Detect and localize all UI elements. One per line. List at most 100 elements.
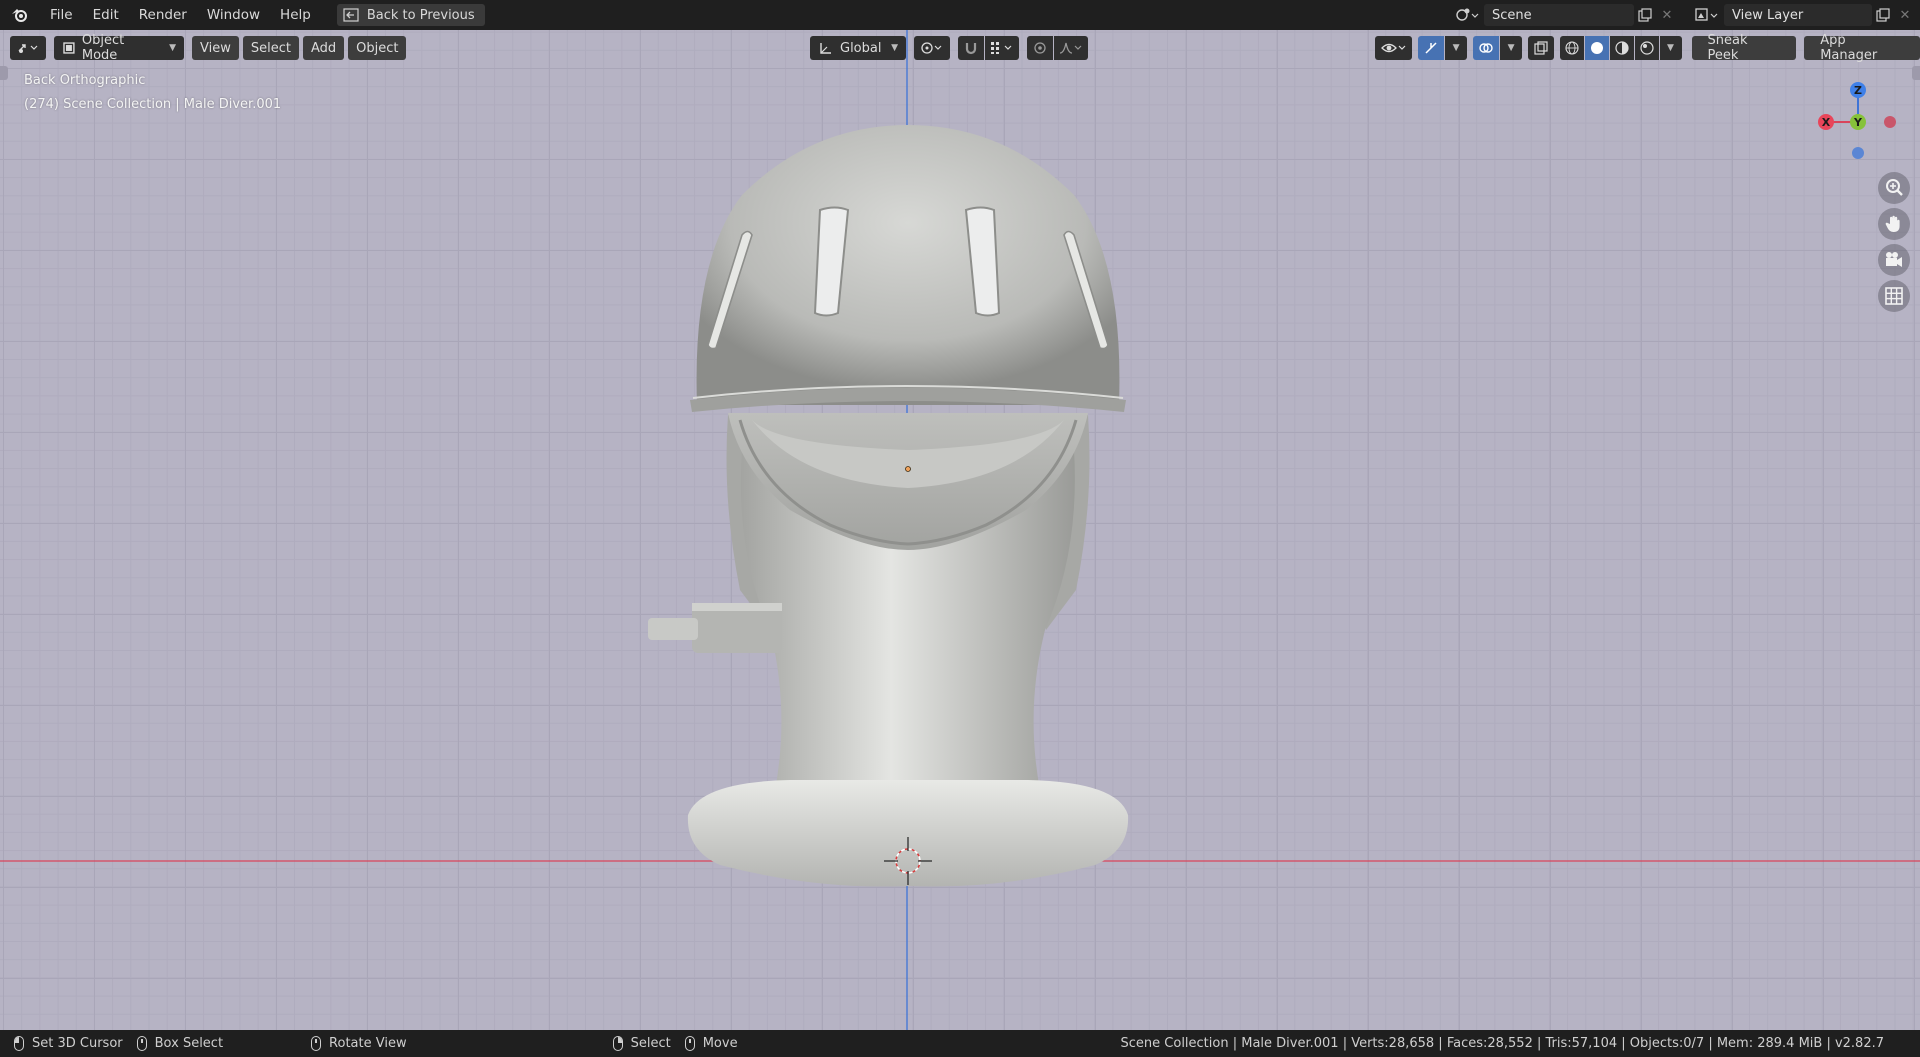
viewport-header-center: Global ▼ xyxy=(810,36,1088,60)
visibility-dropdown[interactable] xyxy=(1375,36,1413,60)
transform-orientation-label: Global xyxy=(840,40,882,56)
blender-logo-icon[interactable] xyxy=(0,0,40,30)
mouse-drag-icon xyxy=(136,1036,147,1051)
mode-label: Object Mode xyxy=(81,33,125,63)
chevron-down-icon: ▼ xyxy=(1507,43,1515,53)
select-menu-button[interactable]: Select xyxy=(242,36,299,60)
scene-name-field[interactable]: Scene xyxy=(1484,4,1634,26)
status-move: Move xyxy=(684,1036,738,1051)
menu-file[interactable]: File xyxy=(40,0,83,30)
status-box-select-label: Box Select xyxy=(154,1036,224,1051)
sneak-peek-button[interactable]: Sneak Peek xyxy=(1691,33,1797,63)
diver-head-model[interactable] xyxy=(0,30,1920,1030)
3d-viewport[interactable]: Object Mode ▼ View Select Add Object Glo… xyxy=(0,30,1920,1030)
chevron-down-icon: ▼ xyxy=(891,43,898,53)
orientation-icon xyxy=(820,43,831,54)
solid-shading-icon[interactable] xyxy=(1584,36,1609,60)
status-set-cursor-label: Set 3D Cursor xyxy=(32,1036,123,1051)
status-select: Select xyxy=(612,1036,671,1051)
chevron-down-icon: ▼ xyxy=(1667,43,1674,53)
view-name-label: Back Orthographic xyxy=(24,73,146,88)
top-right-area: Scene ✕ View Layer ✕ xyxy=(1450,0,1920,30)
3d-view-icon xyxy=(18,44,38,53)
object-mode-icon xyxy=(63,42,75,54)
back-icon xyxy=(343,8,359,22)
chevron-down-icon: ▼ xyxy=(1452,43,1460,53)
mouse-drag-icon xyxy=(684,1036,695,1051)
viewport-header-right: ▼ ▼ ▼ Sneak Peek App Manager xyxy=(1375,33,1920,63)
status-bar: Set 3D Cursor Box Select Rotate View Sel… xyxy=(0,1030,1920,1057)
falloff-curve-icon xyxy=(1059,42,1082,54)
pivot-icon xyxy=(921,42,942,54)
status-rotate-view-label: Rotate View xyxy=(329,1036,407,1051)
3d-cursor-icon[interactable] xyxy=(878,831,938,891)
shading-dropdown[interactable]: ▼ xyxy=(1659,36,1682,60)
scene-name: Scene xyxy=(1492,7,1532,23)
snap-toggle-magnet-icon[interactable] xyxy=(958,36,984,60)
object-origin xyxy=(905,466,911,472)
editor-type-selector[interactable] xyxy=(10,36,46,60)
new-scene-icon[interactable] xyxy=(1634,4,1656,26)
ortho-grid-icon[interactable] xyxy=(1878,280,1910,312)
status-move-label: Move xyxy=(702,1036,738,1051)
view-menu-button[interactable]: View xyxy=(192,36,239,60)
proportional-edit-icon[interactable] xyxy=(1027,36,1053,60)
delete-view-layer-icon[interactable]: ✕ xyxy=(1894,4,1916,26)
back-to-previous-button[interactable]: Back to Previous xyxy=(336,4,485,26)
gizmo-z-label: Z xyxy=(1854,84,1862,97)
rendered-shading-icon[interactable] xyxy=(1634,36,1659,60)
snapping-group xyxy=(958,36,1019,60)
navigation-gizmo[interactable]: Z X Y xyxy=(1800,70,1920,190)
transform-orientation-dropdown[interactable]: Global ▼ xyxy=(810,36,906,60)
falloff-dropdown[interactable] xyxy=(1054,36,1088,60)
overlays-dropdown[interactable]: ▼ xyxy=(1500,36,1523,60)
gizmo-x-label: X xyxy=(1822,116,1831,129)
scene-statistics: Scene Collection | Male Diver.001 | Vert… xyxy=(1120,1036,1884,1051)
snap-element-dropdown[interactable] xyxy=(985,36,1019,60)
material-preview-icon[interactable] xyxy=(1609,36,1634,60)
toolbar-toggle-arrow[interactable] xyxy=(0,66,8,80)
viewport-header-left: Object Mode ▼ View Select Add Object xyxy=(10,33,407,63)
grid-snap-icon xyxy=(991,42,1012,54)
status-box-select: Box Select xyxy=(136,1036,224,1051)
gizmo-dropdown[interactable]: ▼ xyxy=(1445,36,1468,60)
menu-edit[interactable]: Edit xyxy=(83,0,129,30)
new-view-layer-icon[interactable] xyxy=(1872,4,1894,26)
mouse-right-icon xyxy=(612,1036,623,1051)
gizmo-toggle-icon[interactable] xyxy=(1418,36,1445,60)
status-select-label: Select xyxy=(630,1036,671,1051)
shading-group: ▼ xyxy=(1559,36,1682,60)
chevron-down-icon: ▼ xyxy=(169,43,176,53)
back-to-previous-label: Back to Previous xyxy=(366,7,475,23)
mouse-left-icon xyxy=(14,1036,24,1051)
mode-selector[interactable]: Object Mode ▼ xyxy=(54,33,184,63)
view-layer-field[interactable]: View Layer xyxy=(1724,4,1872,26)
gizmo-y-label: Y xyxy=(1853,116,1863,129)
view-layer-selector-icon[interactable] xyxy=(1690,4,1724,26)
scene-selector-icon[interactable] xyxy=(1450,4,1484,26)
collection-info-label: (274) Scene Collection | Male Diver.001 xyxy=(24,97,282,112)
overlay-toggle-group: ▼ xyxy=(1473,36,1523,60)
eye-icon xyxy=(1380,43,1405,53)
status-rotate-view: Rotate View xyxy=(311,1036,407,1051)
xray-toggle-icon[interactable] xyxy=(1528,36,1554,60)
camera-view-icon[interactable] xyxy=(1878,244,1910,276)
app-manager-button[interactable]: App Manager xyxy=(1804,33,1920,63)
menu-window[interactable]: Window xyxy=(197,0,270,30)
top-menu-bar: File Edit Render Window Help Back to Pre… xyxy=(0,0,1920,30)
pivot-point-dropdown[interactable] xyxy=(914,36,950,60)
view-layer-name: View Layer xyxy=(1732,7,1804,23)
gizmo-toggle-group: ▼ xyxy=(1418,36,1468,60)
add-menu-button[interactable]: Add xyxy=(302,36,345,60)
delete-scene-icon[interactable]: ✕ xyxy=(1656,4,1678,26)
status-set-cursor: Set 3D Cursor xyxy=(14,1036,123,1051)
proportional-edit-group xyxy=(1027,36,1088,60)
object-menu-button[interactable]: Object xyxy=(348,36,407,60)
pan-hand-icon[interactable] xyxy=(1878,208,1910,240)
overlays-toggle-icon[interactable] xyxy=(1473,36,1500,60)
zoom-icon[interactable] xyxy=(1878,172,1910,204)
wireframe-shading-icon[interactable] xyxy=(1559,36,1584,60)
menu-render[interactable]: Render xyxy=(129,0,197,30)
mouse-middle-icon xyxy=(311,1036,322,1051)
menu-help[interactable]: Help xyxy=(270,0,321,30)
